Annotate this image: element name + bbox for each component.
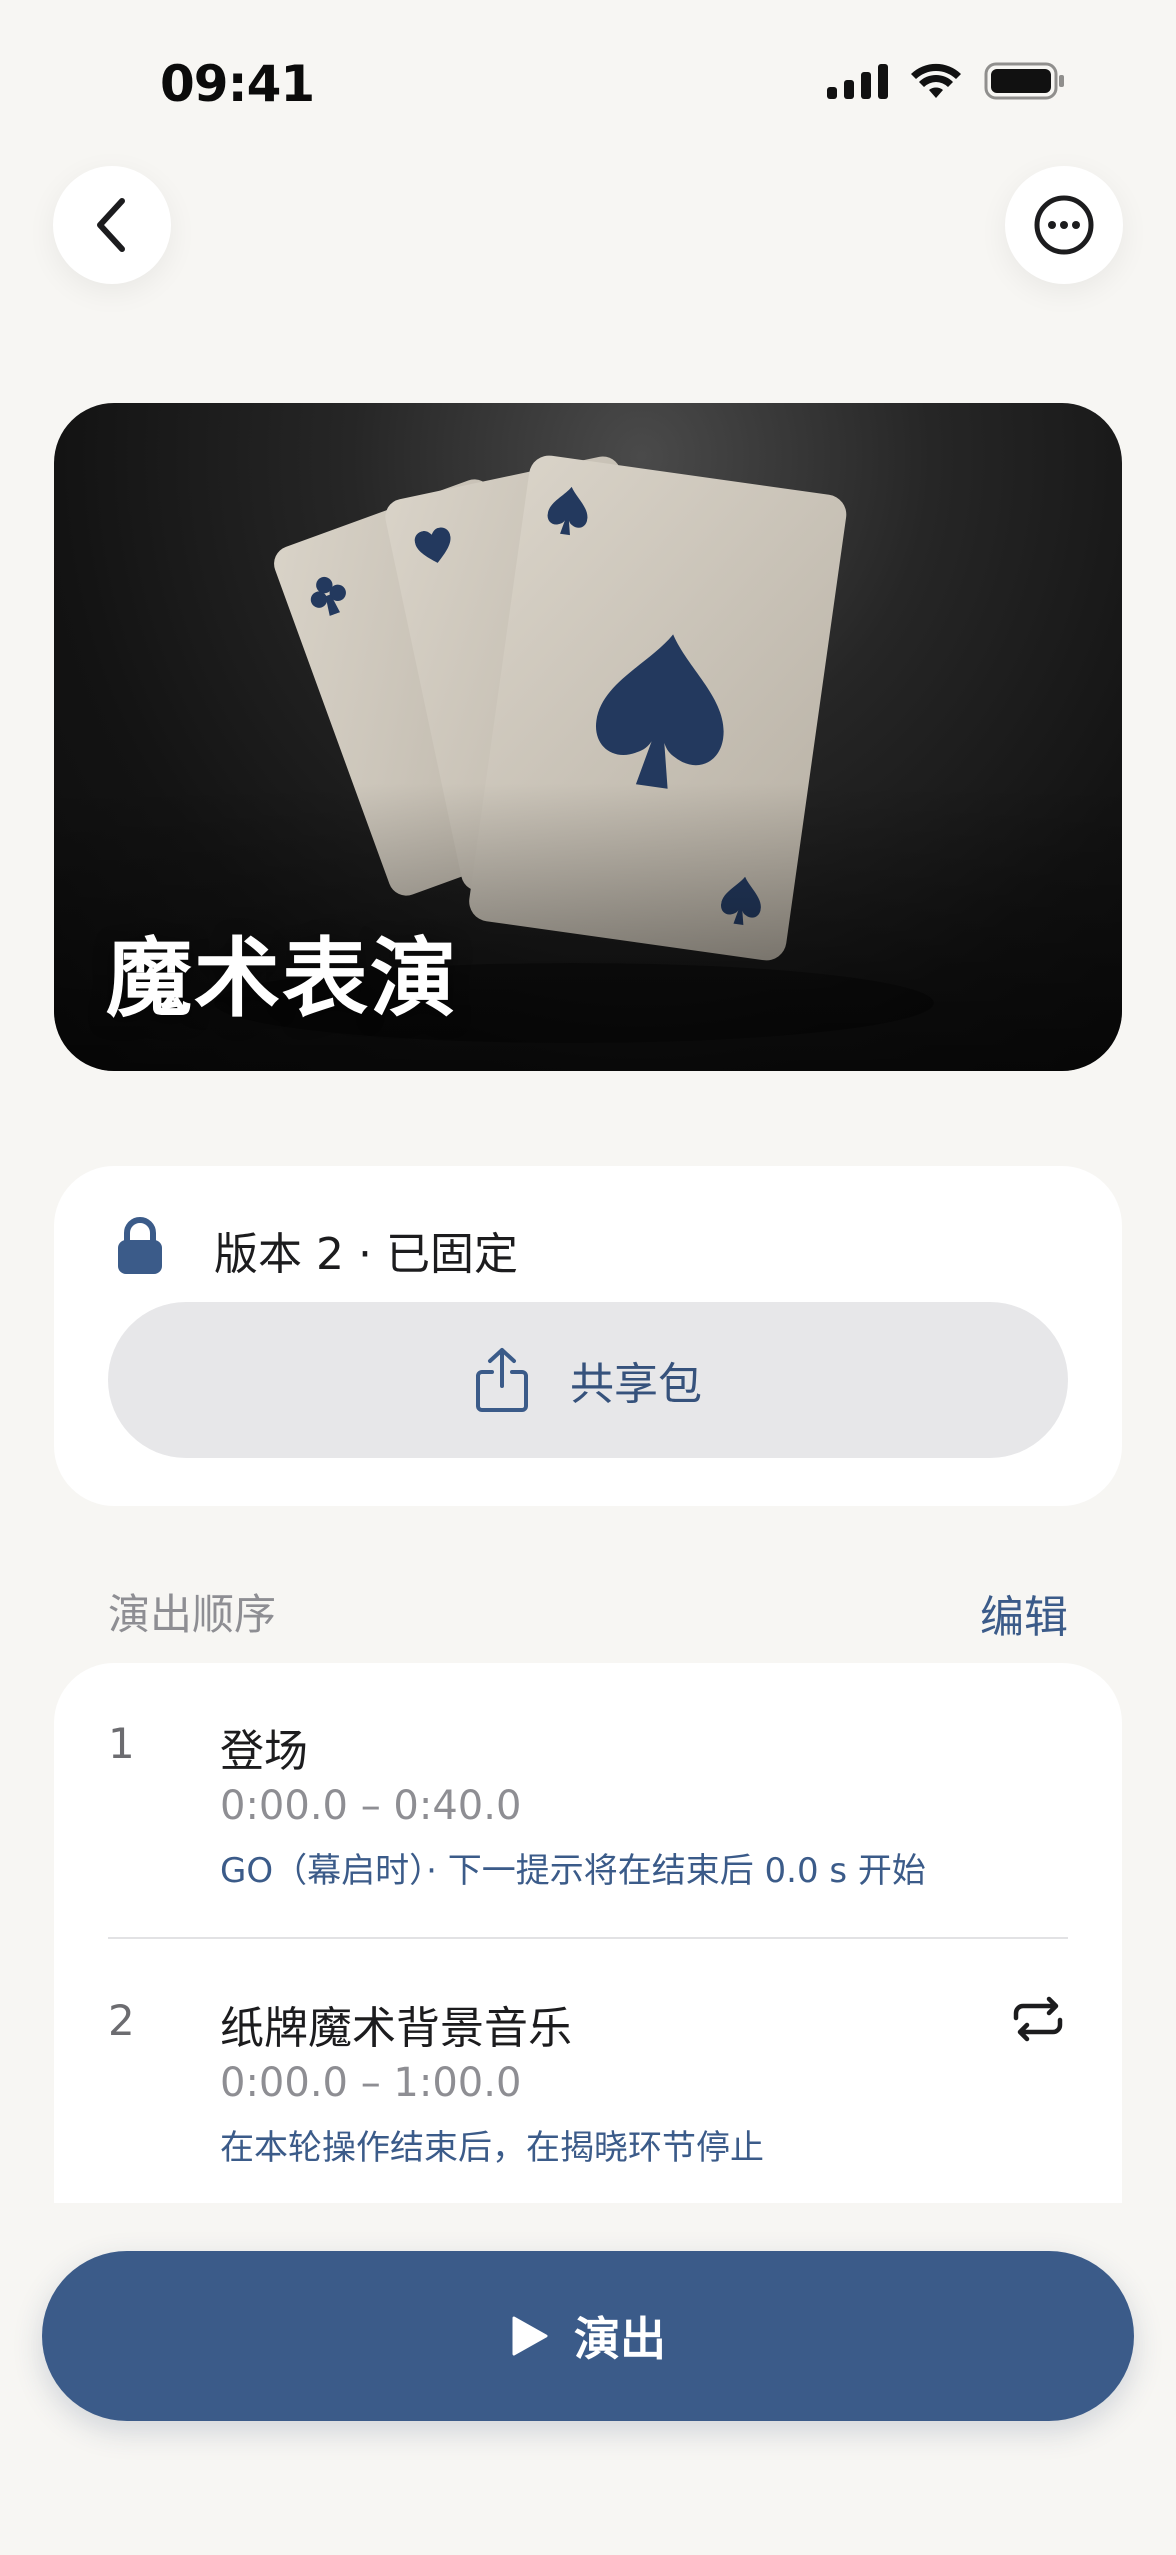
cue-time-range: 0:00.0 – 1:00.0 — [220, 2060, 522, 2106]
share-icon — [476, 1348, 528, 1412]
cellular-signal-icon — [827, 63, 888, 99]
status-time: 09:41 — [160, 55, 315, 113]
cue-note: GO（幕启时）· 下一提示将在结束后 0.0 s 开始 — [220, 1851, 926, 1891]
cue-note: 在本轮操作结束后，在揭晓环节停止 — [220, 2128, 764, 2168]
hero-title: 魔术表演 — [106, 929, 458, 1029]
lock-icon — [118, 1217, 162, 1274]
perform-button[interactable]: 演出 — [42, 2251, 1134, 2421]
wifi-icon — [910, 62, 962, 100]
share-package-button[interactable]: 共享包 — [108, 1302, 1068, 1458]
cue-list: 1 登场 0:00.0 – 0:40.0 GO（幕启时）· 下一提示将在结束后 … — [54, 1663, 1122, 2203]
cue-number: 2 — [108, 1996, 135, 2045]
share-package-label: 共享包 — [570, 1359, 702, 1410]
section-title: 演出顺序 — [108, 1590, 277, 1639]
chevron-left-icon — [97, 198, 125, 252]
cue-name: 登场 — [220, 1726, 308, 1777]
repeat-icon — [1013, 1996, 1063, 2042]
ellipsis-circle-icon — [1034, 195, 1094, 255]
battery-icon — [984, 62, 1066, 100]
status-bar: 09:41 — [0, 0, 1176, 170]
cue-time-range: 0:00.0 – 0:40.0 — [220, 1783, 522, 1829]
play-icon — [512, 2316, 548, 2356]
divider — [108, 1937, 1068, 1939]
back-button[interactable] — [53, 166, 171, 284]
more-button[interactable] — [1005, 166, 1123, 284]
perform-label: 演出 — [574, 2312, 666, 2366]
version-card: 版本 2 · 已固定 共享包 — [54, 1166, 1122, 1506]
cue-name: 纸牌魔术背景音乐 — [220, 2003, 572, 2054]
cue-number: 1 — [108, 1719, 135, 1768]
status-icons — [827, 62, 1066, 100]
edit-button[interactable]: 编辑 — [980, 1581, 1068, 1645]
hero-image: 魔术表演 — [54, 403, 1122, 1071]
version-label: 版本 2 · 已固定 — [214, 1229, 518, 1280]
